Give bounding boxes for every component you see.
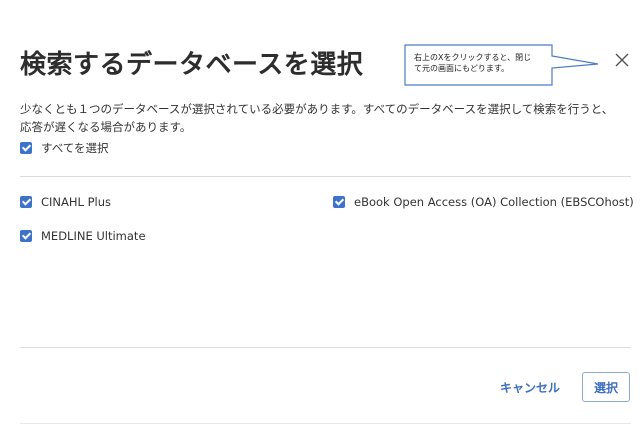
close-icon — [615, 53, 629, 67]
checkbox-checked-icon[interactable] — [20, 142, 32, 154]
database-label: CINAHL Plus — [41, 195, 112, 209]
annotation-callout: 右上のXをクリックすると、閉じ て元の画面にもどります。 — [404, 44, 600, 86]
dialog-title: 検索するデータベースを選択 — [20, 50, 364, 80]
divider — [20, 347, 631, 348]
divider — [20, 423, 631, 424]
checkbox-checked-icon[interactable] — [333, 196, 345, 208]
database-label: eBook Open Access (OA) Collection (EBSCO… — [354, 195, 634, 209]
checkbox-checked-icon[interactable] — [20, 230, 32, 242]
checkbox-checked-icon[interactable] — [20, 196, 32, 208]
select-button[interactable]: 選択 — [582, 372, 630, 402]
description-line-2: 応答が遅くなる場合があります。 — [20, 120, 192, 134]
divider — [20, 176, 631, 177]
callout-line-2: て元の画面にもどります。 — [414, 64, 510, 73]
close-button[interactable] — [612, 50, 632, 70]
dialog-description: 少なくとも１つのデータベースが選択されている必要があります。すべてのデータベース… — [20, 100, 620, 136]
database-checkbox-ebook-open-access[interactable]: eBook Open Access (OA) Collection (EBSCO… — [333, 195, 634, 209]
select-all-checkbox[interactable]: すべてを選択 — [20, 140, 109, 156]
database-checkbox-cinahl-plus[interactable]: CINAHL Plus — [20, 195, 111, 209]
database-label: MEDLINE Ultimate — [41, 229, 146, 243]
cancel-button[interactable]: キャンセル — [500, 378, 560, 398]
description-line-1: 少なくとも１つのデータベースが選択されている必要があります。すべてのデータベース… — [20, 102, 614, 116]
database-checkbox-medline-ultimate[interactable]: MEDLINE Ultimate — [20, 229, 146, 243]
select-all-label: すべてを選択 — [41, 141, 109, 155]
callout-line-1: 右上のXをクリックすると、閉じ — [414, 53, 532, 62]
callout-text: 右上のXをクリックすると、閉じ て元の画面にもどります。 — [414, 52, 564, 74]
database-select-dialog: 検索するデータベースを選択 右上のXをクリックすると、閉じ て元の画面にもどりま… — [0, 0, 641, 436]
